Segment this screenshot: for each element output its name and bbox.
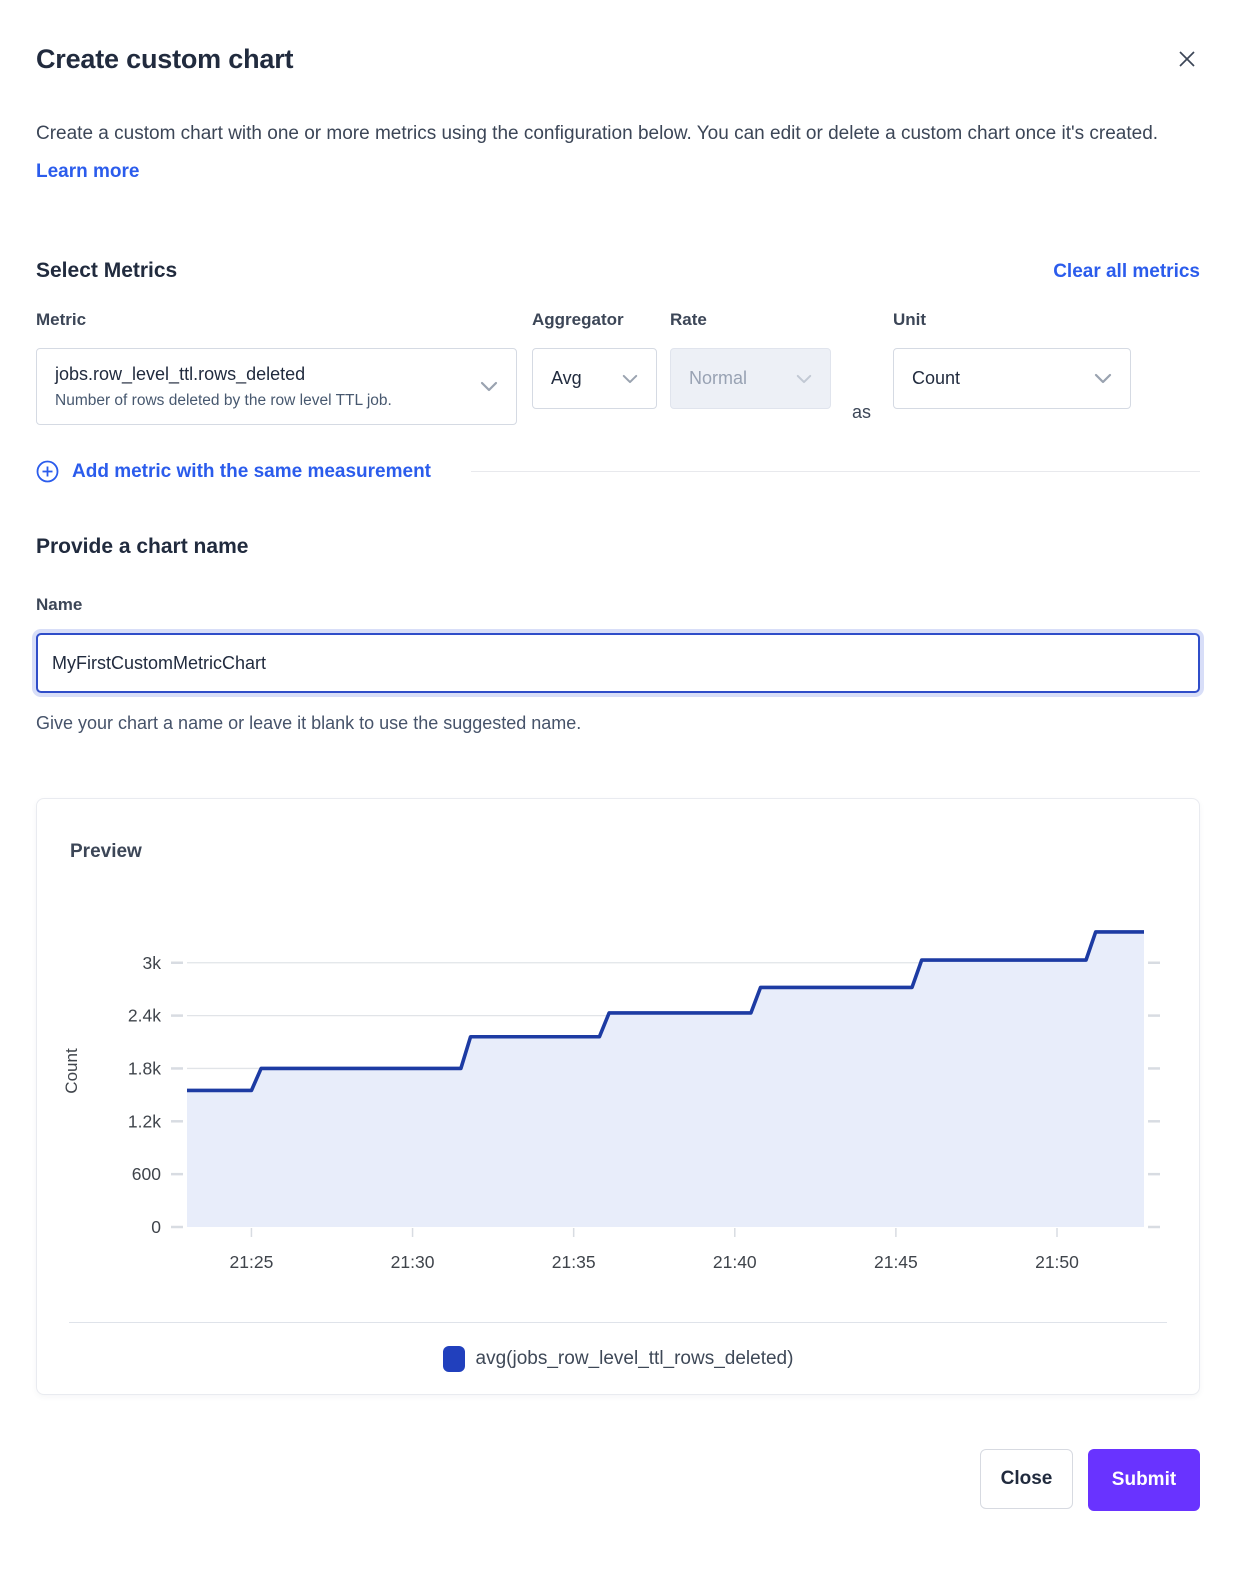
plus-circle-icon xyxy=(36,460,59,483)
unit-label: Unit xyxy=(893,310,1131,330)
chart-legend: avg(jobs_row_level_ttl_rows_deleted) xyxy=(37,1323,1199,1394)
clear-all-metrics-link[interactable]: Clear all metrics xyxy=(1053,261,1200,283)
svg-text:21:30: 21:30 xyxy=(391,1252,435,1272)
unit-column: Unit Count xyxy=(893,310,1131,409)
close-button[interactable] xyxy=(1174,46,1200,75)
legend-swatch xyxy=(443,1346,465,1372)
description-text: Create a custom chart with one or more m… xyxy=(36,123,1158,144)
chevron-down-icon xyxy=(1094,373,1112,384)
svg-text:21:40: 21:40 xyxy=(713,1252,757,1272)
aggregator-label: Aggregator xyxy=(532,310,657,330)
aggregator-column: Aggregator Avg xyxy=(532,310,657,409)
learn-more-link[interactable]: Learn more xyxy=(36,161,139,182)
divider xyxy=(471,471,1200,472)
create-custom-chart-dialog: Create custom chart Create a custom char… xyxy=(0,44,1236,1511)
svg-text:0: 0 xyxy=(151,1217,161,1237)
metric-column: Metric jobs.row_level_ttl.rows_deleted N… xyxy=(36,310,517,425)
page-title: Create custom chart xyxy=(36,44,293,75)
rate-select-value: Normal xyxy=(689,368,747,389)
metric-select[interactable]: jobs.row_level_ttl.rows_deleted Number o… xyxy=(36,348,517,425)
legend-label: avg(jobs_row_level_ttl_rows_deleted) xyxy=(476,1348,794,1370)
metric-config-row: Metric jobs.row_level_ttl.rows_deleted N… xyxy=(36,310,1200,425)
unit-select[interactable]: Count xyxy=(893,348,1131,409)
rate-label: Rate xyxy=(670,310,831,330)
metric-select-description: Number of rows deleted by the row level … xyxy=(55,392,392,410)
rate-select-disabled: Normal xyxy=(670,348,831,409)
aggregator-select-value: Avg xyxy=(551,368,582,389)
preview-heading: Preview xyxy=(37,799,1199,863)
svg-text:2.4k: 2.4k xyxy=(128,1006,161,1026)
metric-select-value: jobs.row_level_ttl.rows_deleted xyxy=(55,364,392,385)
chevron-down-icon xyxy=(622,374,638,384)
chart-name-heading: Provide a chart name xyxy=(36,535,1200,559)
add-metric-label: Add metric with the same measurement xyxy=(72,461,431,483)
svg-text:21:35: 21:35 xyxy=(552,1252,596,1272)
svg-text:600: 600 xyxy=(132,1164,161,1184)
close-footer-button[interactable]: Close xyxy=(980,1449,1073,1509)
select-metrics-header: Select Metrics Clear all metrics xyxy=(36,259,1200,283)
svg-text:21:45: 21:45 xyxy=(874,1252,918,1272)
dialog-header: Create custom chart xyxy=(36,44,1200,75)
preview-chart: 0 600 1.2k 1.8k 2.4k 3k 21:25 21:30 21:35 21:40 21… xyxy=(37,871,1199,1307)
rate-column: Rate Normal xyxy=(670,310,831,409)
add-metric-row: Add metric with the same measurement xyxy=(36,460,1200,483)
dialog-description: Create a custom chart with one or more m… xyxy=(36,115,1186,191)
svg-text:Count: Count xyxy=(62,1048,81,1094)
svg-text:1.8k: 1.8k xyxy=(128,1058,161,1078)
svg-text:21:50: 21:50 xyxy=(1035,1252,1079,1272)
name-helper-text: Give your chart a name or leave it blank… xyxy=(36,713,1200,734)
svg-text:1.2k: 1.2k xyxy=(128,1111,161,1131)
name-label: Name xyxy=(36,595,1200,615)
dialog-footer: Close Submit xyxy=(36,1449,1200,1511)
as-label: as xyxy=(852,402,871,423)
chart-name-input[interactable] xyxy=(36,633,1200,693)
select-metrics-heading: Select Metrics xyxy=(36,259,177,283)
submit-button[interactable]: Submit xyxy=(1088,1449,1200,1511)
metric-label: Metric xyxy=(36,310,517,330)
close-icon xyxy=(1176,48,1198,70)
chevron-down-icon xyxy=(480,381,498,392)
svg-text:3k: 3k xyxy=(143,953,162,973)
add-metric-button[interactable]: Add metric with the same measurement xyxy=(36,460,431,483)
chevron-down-icon xyxy=(796,374,812,384)
preview-card: Preview 0 600 1.2k 1.8k 2.4k 3k 21:25 21:30 21:3… xyxy=(36,798,1200,1395)
aggregator-select[interactable]: Avg xyxy=(532,348,657,409)
unit-select-value: Count xyxy=(912,368,960,389)
svg-text:21:25: 21:25 xyxy=(230,1252,274,1272)
